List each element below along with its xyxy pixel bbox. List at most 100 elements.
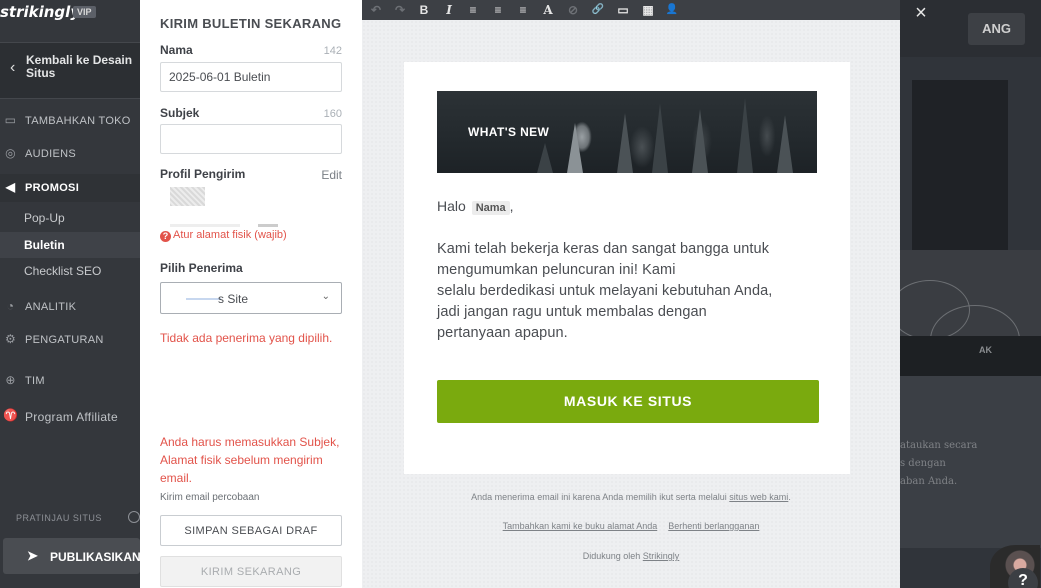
name-field[interactable] <box>160 62 342 92</box>
send-now-button[interactable]: KIRIM SEKARANG <box>160 556 342 587</box>
subnav-label: Pop-Up <box>24 211 65 225</box>
nav-label: TIM <box>25 375 45 387</box>
main-sidebar: strikingly VIP ‹ Kembali ke Desain Situs… <box>0 0 140 588</box>
button-icon[interactable]: ▭ <box>614 1 632 19</box>
footer-optin-notice: Anda menerima email ini karena Anda memi… <box>362 492 900 502</box>
banner-decor <box>777 115 793 173</box>
footer-links: Tambahkan kami ke buku alamat Anda Berhe… <box>362 521 900 531</box>
subject-field[interactable] <box>160 124 342 154</box>
trophy-icon: ♈ <box>3 408 19 422</box>
footer-text: Anda menerima email ini karena Anda memi… <box>471 492 730 502</box>
redo-icon[interactable]: ↷ <box>391 1 409 19</box>
nav-label: ANALITIK <box>25 301 77 313</box>
chart-icon: ◔ <box>6 299 15 313</box>
banner-title: WHAT'S NEW <box>468 125 550 139</box>
font-color-icon[interactable]: A <box>539 1 557 19</box>
publish-button[interactable]: ➤ PUBLIKASIKAN <box>3 538 140 574</box>
recipient-value: s Site <box>218 292 249 306</box>
email-editor: ↶ ↷ B I ≡ ≡ ≡ A ⊘ 🔗 ▭ ▦ 👤 WHAT'S NEW Hal… <box>362 0 900 588</box>
nav-audience[interactable]: ◎ AUDIENS <box>0 140 140 168</box>
body-line: selalu berdedikasi untuk melayani kebutu… <box>437 283 773 299</box>
save-draft-button[interactable]: SIMPAN SEBAGAI DRAF <box>160 515 342 546</box>
subject-label: Subjek <box>160 106 200 120</box>
body-line: Kami telah bekerja keras dan sangat bang… <box>437 241 770 257</box>
banner-decor <box>652 103 668 173</box>
name-char-counter: 142 <box>323 45 342 57</box>
link-icon[interactable]: 🔗 <box>589 1 607 19</box>
undo-icon[interactable]: ↶ <box>367 1 385 19</box>
recipient-select[interactable]: s Site ⌄ <box>160 282 342 314</box>
strikingly-link[interactable]: Strikingly <box>643 551 680 561</box>
clear-format-icon[interactable]: ⊘ <box>564 1 582 19</box>
sender-profile-label: Profil Pengirim <box>160 167 246 181</box>
background-band <box>900 336 1041 376</box>
no-recipient-error: Tidak ada penerima yang dipilih. <box>160 331 333 345</box>
back-to-site-design[interactable]: ‹ Kembali ke Desain Situs <box>0 42 140 99</box>
align-left-icon[interactable]: ≡ <box>464 1 482 19</box>
nav-affiliate[interactable]: ♈ Program Affiliate <box>0 402 140 430</box>
panel-title: KIRIM BULETIN SEKARANG <box>160 16 342 31</box>
subnav-newsletter[interactable]: Buletin <box>0 232 140 258</box>
body-line: mengumumkan peluncuran ini! Kami <box>437 262 676 278</box>
nav-label: PENGATURAN <box>25 334 104 346</box>
person-icon[interactable]: 👤 <box>663 1 681 19</box>
subject-char-counter: 160 <box>323 108 342 120</box>
newsletter-form-panel: KIRIM BULETIN SEKARANG Nama 142 Subjek 1… <box>140 0 362 588</box>
close-icon[interactable]: × <box>912 3 930 23</box>
nav-add-store[interactable]: ▭ TAMBAHKAN TOKO <box>0 107 140 135</box>
publish-label: PUBLIKASIKAN <box>50 550 140 564</box>
device-toggle-icon[interactable] <box>128 511 140 523</box>
megaphone-icon: ◀ <box>5 180 16 194</box>
background-sketch-image <box>900 250 1041 375</box>
body-line: jadi jangan ragu untuk membalas dengan <box>437 304 707 320</box>
align-right-icon[interactable]: ≡ <box>514 1 532 19</box>
background-text: aban Anda. <box>900 476 958 487</box>
greeting-text: Halo <box>437 198 466 214</box>
nav-promotion[interactable]: ◀ PROMOSI <box>0 174 140 202</box>
rocket-icon: ➤ <box>27 548 38 563</box>
strikingly-logo[interactable]: strikingly <box>0 3 80 21</box>
banner-decor <box>692 109 708 173</box>
nav-label: PROMOSI <box>25 182 80 194</box>
merge-tag-name[interactable]: Nama <box>471 201 510 215</box>
nav-label: Program Affiliate <box>25 410 118 424</box>
footer-powered-by: Didukung oleh Strikingly <box>362 551 900 561</box>
email-canvas: WHAT'S NEW Halo Nama, Kami telah bekerja… <box>404 62 850 474</box>
image-icon[interactable]: ▦ <box>639 1 657 19</box>
align-center-icon[interactable]: ≡ <box>489 1 507 19</box>
send-test-email-link[interactable]: Kirim email percobaan <box>160 492 260 503</box>
email-greeting[interactable]: Halo Nama, <box>437 198 514 215</box>
subnav-seo-checklist[interactable]: Checklist SEO <box>0 258 140 284</box>
footer-text: Didukung oleh <box>582 551 643 561</box>
cta-button[interactable]: MASUK KE SITUS <box>437 380 819 423</box>
banner-image[interactable]: WHAT'S NEW <box>437 91 817 173</box>
sender-info-placeholder <box>258 224 278 227</box>
nav-analytics[interactable]: ◔ ANALITIK <box>0 293 140 321</box>
sender-edit-link[interactable]: Edit <box>321 168 342 182</box>
team-icon: ⊕ <box>5 373 16 387</box>
bold-icon[interactable]: B <box>415 1 433 19</box>
italic-icon[interactable]: I <box>440 1 458 19</box>
banner-decor <box>737 98 753 173</box>
subnav-popup[interactable]: Pop-Up <box>0 205 140 231</box>
site-preview-row[interactable]: PRATINJAU SITUS <box>0 508 140 528</box>
store-icon: ▭ <box>4 113 17 127</box>
footer-text: . <box>788 492 791 502</box>
email-body-text[interactable]: Kami telah bekerja keras dan sangat bang… <box>437 239 822 344</box>
background-text: ataukan secara <box>900 440 978 451</box>
nav-team[interactable]: ⊕ TIM <box>0 367 140 395</box>
unsubscribe-link[interactable]: Berhenti berlangganan <box>668 521 759 531</box>
background-site-preview: ANG AK ataukan secara s dengan aban Anda… <box>900 0 1041 588</box>
nav-settings[interactable]: ⚙ PENGATURAN <box>0 326 140 354</box>
preview-label: PRATINJAU SITUS <box>16 513 102 523</box>
address-warning[interactable]: ? Atur alamat fisik (wajib) <box>160 229 287 242</box>
vip-badge: VIP <box>73 6 96 18</box>
nav-label: AUDIENS <box>25 148 76 160</box>
footer-site-link[interactable]: situs web kami <box>729 492 788 502</box>
subnav-label: Buletin <box>24 238 65 252</box>
banner-decor <box>617 113 633 173</box>
subnav-label: Checklist SEO <box>24 264 102 278</box>
background-band-text: AK <box>979 345 992 355</box>
add-to-address-book-link[interactable]: Tambahkan kami ke buku alamat Anda <box>503 521 658 531</box>
format-toolbar: ↶ ↷ B I ≡ ≡ ≡ A ⊘ 🔗 ▭ ▦ 👤 <box>362 0 900 20</box>
